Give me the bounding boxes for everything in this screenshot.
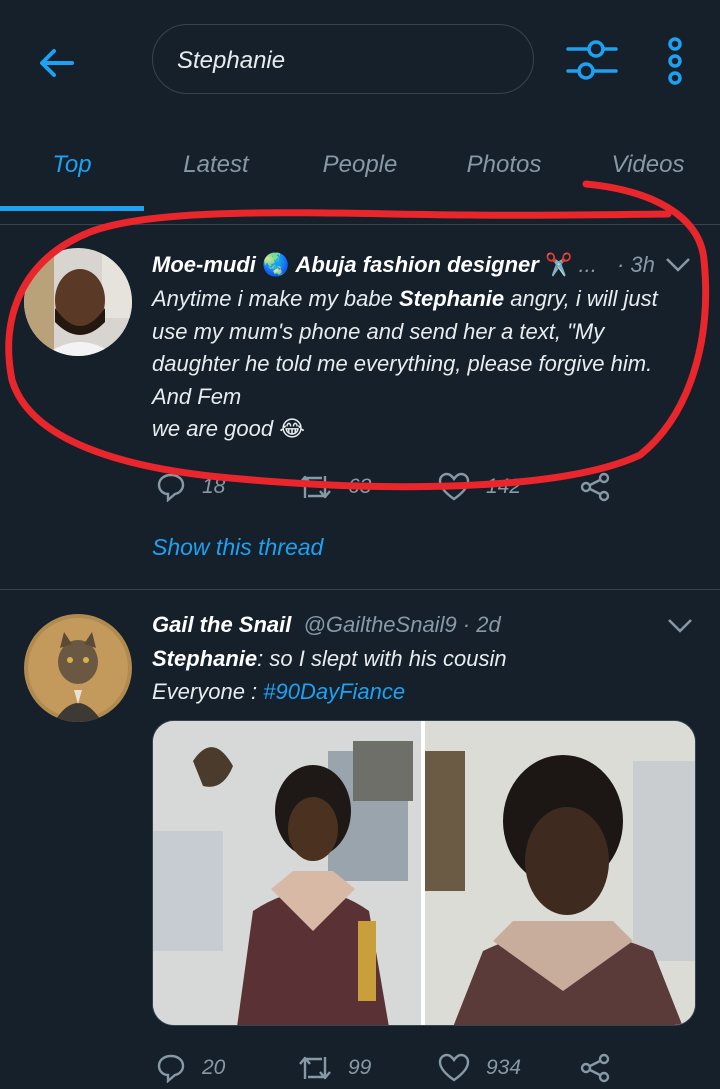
retweet-count: 99 xyxy=(348,1056,372,1079)
text-line: Everyone : #90DayFiance xyxy=(152,678,406,704)
share-button[interactable] xyxy=(580,1048,610,1088)
like-count: 934 xyxy=(486,1056,522,1079)
globe-emoji-icon: 🌏 xyxy=(262,252,290,277)
tweet-text: Anytime i make my babe Stephanie angry, … xyxy=(152,283,692,446)
tab-people[interactable]: People xyxy=(288,130,432,210)
chevron-down-icon[interactable] xyxy=(666,616,694,636)
tab-latest[interactable]: Latest xyxy=(144,130,288,210)
tweet-media-image[interactable] xyxy=(152,720,696,1026)
laughing-emoji-icon: 😂 xyxy=(279,416,305,441)
retweet-button[interactable]: 99 xyxy=(298,1048,371,1088)
tab-videos[interactable]: Videos xyxy=(576,130,720,210)
avatar[interactable] xyxy=(24,248,132,356)
avatar[interactable] xyxy=(24,614,132,722)
reply-icon xyxy=(157,1054,185,1083)
avatar-photo xyxy=(24,614,132,722)
text-line: Stephanie: so I slept with his cousin xyxy=(152,646,507,671)
timestamp: · 3h xyxy=(616,252,655,277)
tweet-header: Gail the Snail @GailtheSnail9 · 2d xyxy=(152,612,501,638)
back-arrow-icon[interactable] xyxy=(34,40,80,86)
reply-count: 18 xyxy=(202,475,226,498)
tweet-actions: 18 63 142 xyxy=(156,467,626,507)
display-name[interactable]: Moe-mudi xyxy=(152,252,256,277)
top-bar xyxy=(0,0,720,120)
filter-sliders-icon[interactable] xyxy=(566,36,618,84)
tab-photos[interactable]: Photos xyxy=(432,130,576,210)
like-button[interactable]: 142 xyxy=(438,467,521,507)
like-count: 142 xyxy=(486,475,522,498)
show-thread-link[interactable]: Show this thread xyxy=(152,534,323,561)
share-icon xyxy=(580,1053,610,1083)
tabs-divider xyxy=(0,224,720,225)
media-photo xyxy=(153,721,695,1025)
search-tabs: Top Latest People Photos Videos xyxy=(0,130,720,212)
text-line: daughter he told me everything, please f… xyxy=(152,351,653,376)
text-line: Anytime i make my babe Stephanie angry, … xyxy=(152,286,658,311)
retweet-count: 63 xyxy=(348,475,372,498)
heart-icon xyxy=(438,472,470,501)
share-icon xyxy=(580,472,610,502)
active-tab-indicator xyxy=(0,206,144,211)
text-line: use my mum's phone and send her a text, … xyxy=(152,318,605,344)
avatar-photo xyxy=(24,248,132,356)
reply-button[interactable]: 20 xyxy=(156,1048,225,1088)
display-name[interactable]: Gail the Snail xyxy=(152,612,291,637)
hashtag-link[interactable]: #90DayFiance xyxy=(263,679,405,704)
text-line: we are good 😂 xyxy=(152,416,305,441)
heart-icon xyxy=(438,1053,470,1082)
tweet-text: Stephanie: so I slept with his cousin Ev… xyxy=(152,643,692,708)
text-line: And Fem xyxy=(152,383,242,409)
reply-icon xyxy=(157,473,185,502)
reply-button[interactable]: 18 xyxy=(156,467,225,507)
retweet-button[interactable]: 63 xyxy=(298,467,371,507)
handle-and-time: @GailtheSnail9 · 2d xyxy=(303,612,501,637)
tab-top[interactable]: Top xyxy=(0,130,144,210)
like-button[interactable]: 934 xyxy=(438,1048,521,1088)
chevron-down-icon[interactable] xyxy=(664,255,692,275)
reply-count: 20 xyxy=(202,1056,226,1079)
tweet-header: Moe-mudi 🌏 Abuja fashion designer ✂️ ...… xyxy=(152,252,655,278)
ellipsis: ... xyxy=(578,252,597,277)
tweet-divider xyxy=(0,589,720,590)
display-name-suffix[interactable]: Abuja fashion designer xyxy=(296,252,539,277)
retweet-icon xyxy=(299,475,331,499)
search-input[interactable] xyxy=(175,43,519,79)
tweet-actions: 20 99 934 xyxy=(156,1048,626,1088)
retweet-icon xyxy=(299,1056,331,1080)
scissors-icon: ✂️ xyxy=(544,252,573,277)
share-button[interactable] xyxy=(580,467,610,507)
search-box[interactable] xyxy=(152,24,534,94)
more-vertical-icon[interactable] xyxy=(660,36,690,86)
